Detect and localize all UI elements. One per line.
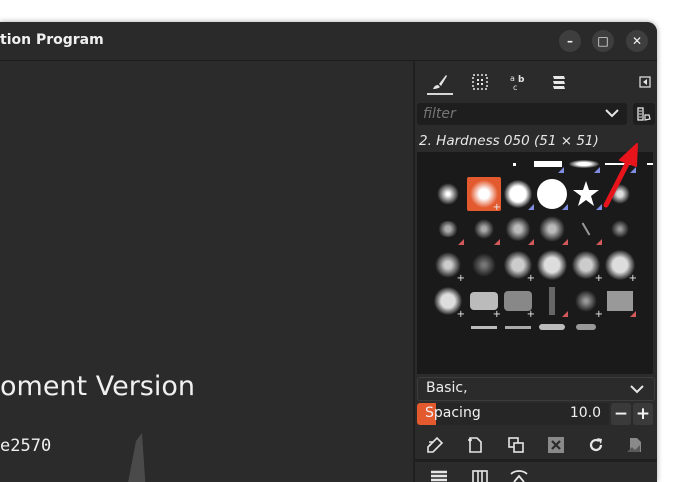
brush-cell[interactable]: [535, 248, 569, 282]
tab-fonts[interactable]: a b c: [507, 71, 531, 93]
paths-icon: [510, 470, 528, 482]
tab-paths[interactable]: [507, 467, 531, 482]
brush-cell[interactable]: +: [431, 284, 465, 320]
brush-cell[interactable]: [637, 154, 653, 174]
brush-cell[interactable]: [569, 177, 603, 211]
brush-grid[interactable]: + + + + + + + + +: [417, 152, 653, 374]
duplicate-brush-button[interactable]: [506, 435, 526, 455]
dock-tab-bar: a b c: [415, 61, 657, 99]
brush-cell[interactable]: [431, 212, 465, 246]
channels-icon: [472, 470, 488, 482]
spacing-slider[interactable]: Spacing 10.0: [417, 403, 609, 425]
app-window: tion Program – □ ✕ oment Version e2570 a…: [0, 22, 657, 482]
right-dock: a b c filter 2. Hardness 050 (51 × 51) +…: [415, 61, 657, 482]
pattern-grid-icon: [472, 74, 488, 90]
brush-cell[interactable]: +: [501, 248, 535, 284]
panel-menu-icon: [639, 76, 651, 88]
brush-cell[interactable]: [501, 177, 535, 211]
chevron-down-icon: [630, 385, 644, 394]
brush-cell[interactable]: [603, 212, 637, 246]
brush-cell[interactable]: [467, 248, 501, 282]
paintbrush-icon: [433, 75, 447, 89]
active-tab-indicator: [427, 93, 453, 95]
brush-cell[interactable]: [535, 284, 569, 318]
refresh-brushes-button[interactable]: [586, 435, 606, 455]
tab-document-stack[interactable]: [547, 71, 571, 93]
layers-icon: [431, 470, 447, 482]
spacing-label: Spacing: [425, 405, 481, 421]
brush-cell[interactable]: [535, 212, 569, 246]
brush-preset-select[interactable]: Basic,: [417, 377, 655, 401]
brush-cell[interactable]: [501, 320, 535, 334]
tab-brushes[interactable]: [428, 71, 452, 93]
splash-version-title: oment Version: [0, 371, 195, 402]
preset-label: Basic,: [426, 380, 468, 396]
brush-cell[interactable]: +: [569, 284, 603, 320]
new-brush-button[interactable]: [465, 435, 485, 455]
tab-patterns[interactable]: [468, 71, 492, 93]
brush-cell[interactable]: [467, 320, 501, 334]
brush-cell[interactable]: [467, 212, 501, 246]
window-title: tion Program: [0, 32, 104, 48]
brush-cell[interactable]: [569, 320, 603, 334]
tag-manage-button[interactable]: [633, 103, 655, 125]
new-brush-icon: [468, 437, 482, 453]
brush-cell[interactable]: [535, 177, 569, 211]
brush-cell[interactable]: [431, 177, 465, 211]
brush-cell[interactable]: [567, 154, 601, 174]
svg-text:a: a: [510, 74, 515, 83]
spacing-increase-button[interactable]: +: [633, 403, 653, 425]
dock-divider[interactable]: [415, 459, 657, 462]
edit-brush-icon: [427, 436, 444, 453]
refresh-icon: [589, 438, 603, 452]
brush-cell[interactable]: [569, 212, 603, 246]
open-as-image-icon: [627, 438, 641, 452]
tab-channels[interactable]: [468, 467, 492, 482]
text-abc-icon: a b c: [510, 74, 525, 91]
brush-cell[interactable]: [603, 154, 637, 174]
brush-cell[interactable]: +: [467, 284, 501, 320]
stack-icon: [553, 76, 565, 89]
tag-icon: [637, 107, 651, 121]
selected-brush-name: 2. Hardness 050 (51 × 51): [419, 133, 599, 149]
delete-brush-button[interactable]: [546, 435, 566, 455]
brush-cell-selected[interactable]: +: [467, 177, 501, 213]
svg-text:b: b: [518, 75, 525, 85]
dock-menu-button[interactable]: [633, 71, 657, 93]
brush-cell[interactable]: [603, 177, 637, 211]
minimize-button[interactable]: –: [559, 30, 581, 52]
maximize-button[interactable]: □: [592, 30, 614, 52]
brush-cell[interactable]: [531, 154, 565, 174]
edit-brush-button[interactable]: [425, 435, 445, 455]
brush-cell[interactable]: +: [569, 248, 603, 284]
chevron-down-icon[interactable]: [605, 108, 619, 118]
spacing-decrease-button[interactable]: −: [611, 403, 631, 425]
title-bar: tion Program – □ ✕: [0, 22, 657, 61]
close-button[interactable]: ✕: [626, 30, 648, 52]
image-canvas[interactable]: oment Version e2570: [0, 61, 413, 482]
splash-commit-hash: e2570: [0, 436, 52, 456]
brush-cell[interactable]: +: [603, 248, 637, 284]
brush-cell[interactable]: [501, 212, 535, 246]
delete-brush-icon: [548, 437, 564, 453]
open-brush-as-image-button[interactable]: [625, 435, 645, 455]
brush-filter[interactable]: [417, 103, 627, 125]
filter-input[interactable]: [423, 103, 593, 125]
brush-cell[interactable]: +: [501, 284, 535, 320]
duplicate-brush-icon: [508, 437, 524, 453]
spacing-value: 10.0: [569, 405, 601, 421]
svg-text:c: c: [513, 83, 517, 91]
brush-cell[interactable]: +: [431, 248, 465, 284]
brush-cell[interactable]: [603, 284, 637, 318]
brush-actions-bar: [415, 429, 657, 457]
tab-layers[interactable]: [427, 467, 451, 482]
splash-artwork: [128, 433, 146, 482]
brush-cell[interactable]: [497, 154, 531, 174]
brush-cell[interactable]: [535, 320, 569, 334]
